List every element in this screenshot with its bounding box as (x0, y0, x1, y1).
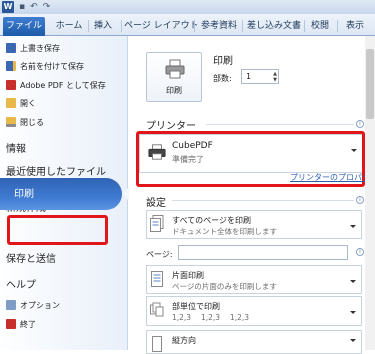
print-button-label: 印刷 (166, 86, 182, 95)
print-range-dropdown[interactable]: すべてのページを印刷 ドキュメント全体を印刷します (146, 210, 362, 239)
portrait-icon (152, 336, 162, 352)
nav-options-label: オプション (20, 300, 60, 310)
nav-save-as-label: 名前を付けて保存 (20, 61, 84, 71)
tab-review[interactable]: 校閲 (307, 17, 333, 36)
section-divider (206, 124, 354, 125)
orientation-title: 縦方向 (172, 336, 196, 345)
pages-label: ページ: (146, 250, 173, 259)
save-icon (6, 43, 16, 53)
nav-print-callout (7, 215, 108, 245)
word-logo-icon[interactable]: W (2, 1, 14, 13)
nav-save-pdf[interactable]: Adobe PDF として保存 (6, 77, 106, 93)
nav-save-label: 上書き保存 (20, 43, 60, 53)
chevron-down-icon (350, 280, 356, 283)
nav-print[interactable]: 印刷 (14, 185, 34, 200)
vertical-scrollbar[interactable] (365, 36, 375, 350)
print-range-sub: ドキュメント全体を印刷します (172, 227, 277, 236)
printer-properties-link[interactable]: プリンターのプロパティ (290, 172, 375, 183)
tab-separator (88, 20, 89, 32)
open-folder-icon (6, 98, 16, 108)
nav-save-send[interactable]: 保存と送信 (6, 250, 56, 265)
info-icon[interactable]: i (356, 196, 364, 204)
save-icon[interactable]: ▪ (19, 1, 25, 13)
nav-exit-label: 終了 (20, 319, 36, 329)
section-divider (172, 200, 354, 201)
tab-home[interactable]: ホーム (52, 17, 86, 36)
copies-value: 1 (246, 72, 252, 81)
tab-separator (242, 20, 243, 32)
tab-insert[interactable]: 挿入 (90, 17, 116, 36)
nav-help[interactable]: ヘルプ (6, 276, 36, 291)
one-sided-icon (151, 271, 163, 287)
settings-heading: 設定 (146, 198, 166, 209)
tab-mailings[interactable]: 差し込み文書 (246, 17, 302, 36)
save-as-icon (6, 61, 16, 71)
orientation-dropdown[interactable]: 縦方向 (146, 330, 362, 354)
nav-info[interactable]: 情報 (6, 140, 26, 155)
info-icon[interactable]: i (356, 120, 364, 128)
nav-save[interactable]: 上書き保存 (6, 40, 60, 56)
title-bar: W ▪ ↶ ↷ (0, 0, 375, 14)
tab-file[interactable]: ファイル (3, 17, 45, 36)
tab-references[interactable]: 参考資料 (198, 17, 240, 36)
print-button[interactable]: 印刷 (146, 52, 202, 102)
tab-page-layout[interactable]: ページ レイアウト (124, 17, 199, 36)
chevron-down-icon (350, 225, 356, 228)
pages-input[interactable] (178, 245, 348, 260)
quick-access-toolbar: W ▪ ↶ ↷ (2, 1, 50, 13)
copies-spinner-icon[interactable]: ▲ ▼ (273, 71, 277, 83)
copies-label: 部数: (213, 74, 232, 83)
collate-title: 部単位で印刷 (172, 302, 220, 311)
chevron-down-icon (350, 339, 356, 342)
scrollbar-thumb[interactable] (366, 49, 374, 119)
nav-exit[interactable]: 終了 (6, 316, 36, 332)
tab-separator (121, 20, 122, 32)
chevron-down-icon (350, 311, 356, 314)
print-range-title: すべてのページを印刷 (172, 216, 251, 225)
redo-icon[interactable]: ↷ (43, 1, 51, 13)
printer-icon (165, 59, 185, 79)
pdf-icon (6, 80, 16, 90)
options-icon (6, 300, 16, 310)
sides-sub: ページの片面のみを印刷します (172, 282, 277, 291)
ribbon-tab-bar: ファイル ホーム 挿入 ページ レイアウト 参考資料 差し込み文書 校閲 表示 (0, 14, 375, 36)
collate-icon (150, 302, 164, 317)
nav-options[interactable]: オプション (6, 297, 60, 313)
copies-input[interactable]: 1 ▲ ▼ (241, 69, 279, 84)
nav-close[interactable]: 閉じる (6, 114, 44, 130)
printer-heading: プリンター (146, 121, 196, 132)
tab-separator (194, 20, 195, 32)
print-heading: 印刷 (213, 56, 233, 67)
tab-separator (304, 20, 305, 32)
info-icon[interactable]: i (356, 248, 364, 256)
sides-title: 片面印刷 (172, 271, 204, 280)
nav-open[interactable]: 開く (6, 95, 36, 111)
nav-save-as[interactable]: 名前を付けて保存 (6, 58, 84, 74)
tab-view[interactable]: 表示 (342, 17, 368, 36)
collate-sub: 1,2,3 1,2,3 1,2,3 (172, 313, 250, 322)
exit-icon (6, 319, 16, 329)
tab-separator (337, 20, 338, 32)
nav-save-pdf-label: Adobe PDF として保存 (20, 80, 106, 90)
all-pages-icon (150, 215, 164, 232)
sides-dropdown[interactable]: 片面印刷 ページの片面のみを印刷します (146, 265, 362, 294)
close-file-icon (6, 117, 16, 127)
nav-close-label: 閉じる (20, 117, 44, 127)
nav-open-label: 開く (20, 98, 36, 108)
collate-dropdown[interactable]: 部単位で印刷 1,2,3 1,2,3 1,2,3 (146, 296, 362, 326)
nav-recent[interactable]: 最近使用したファイル (6, 163, 106, 178)
undo-icon[interactable]: ↶ (30, 1, 38, 13)
